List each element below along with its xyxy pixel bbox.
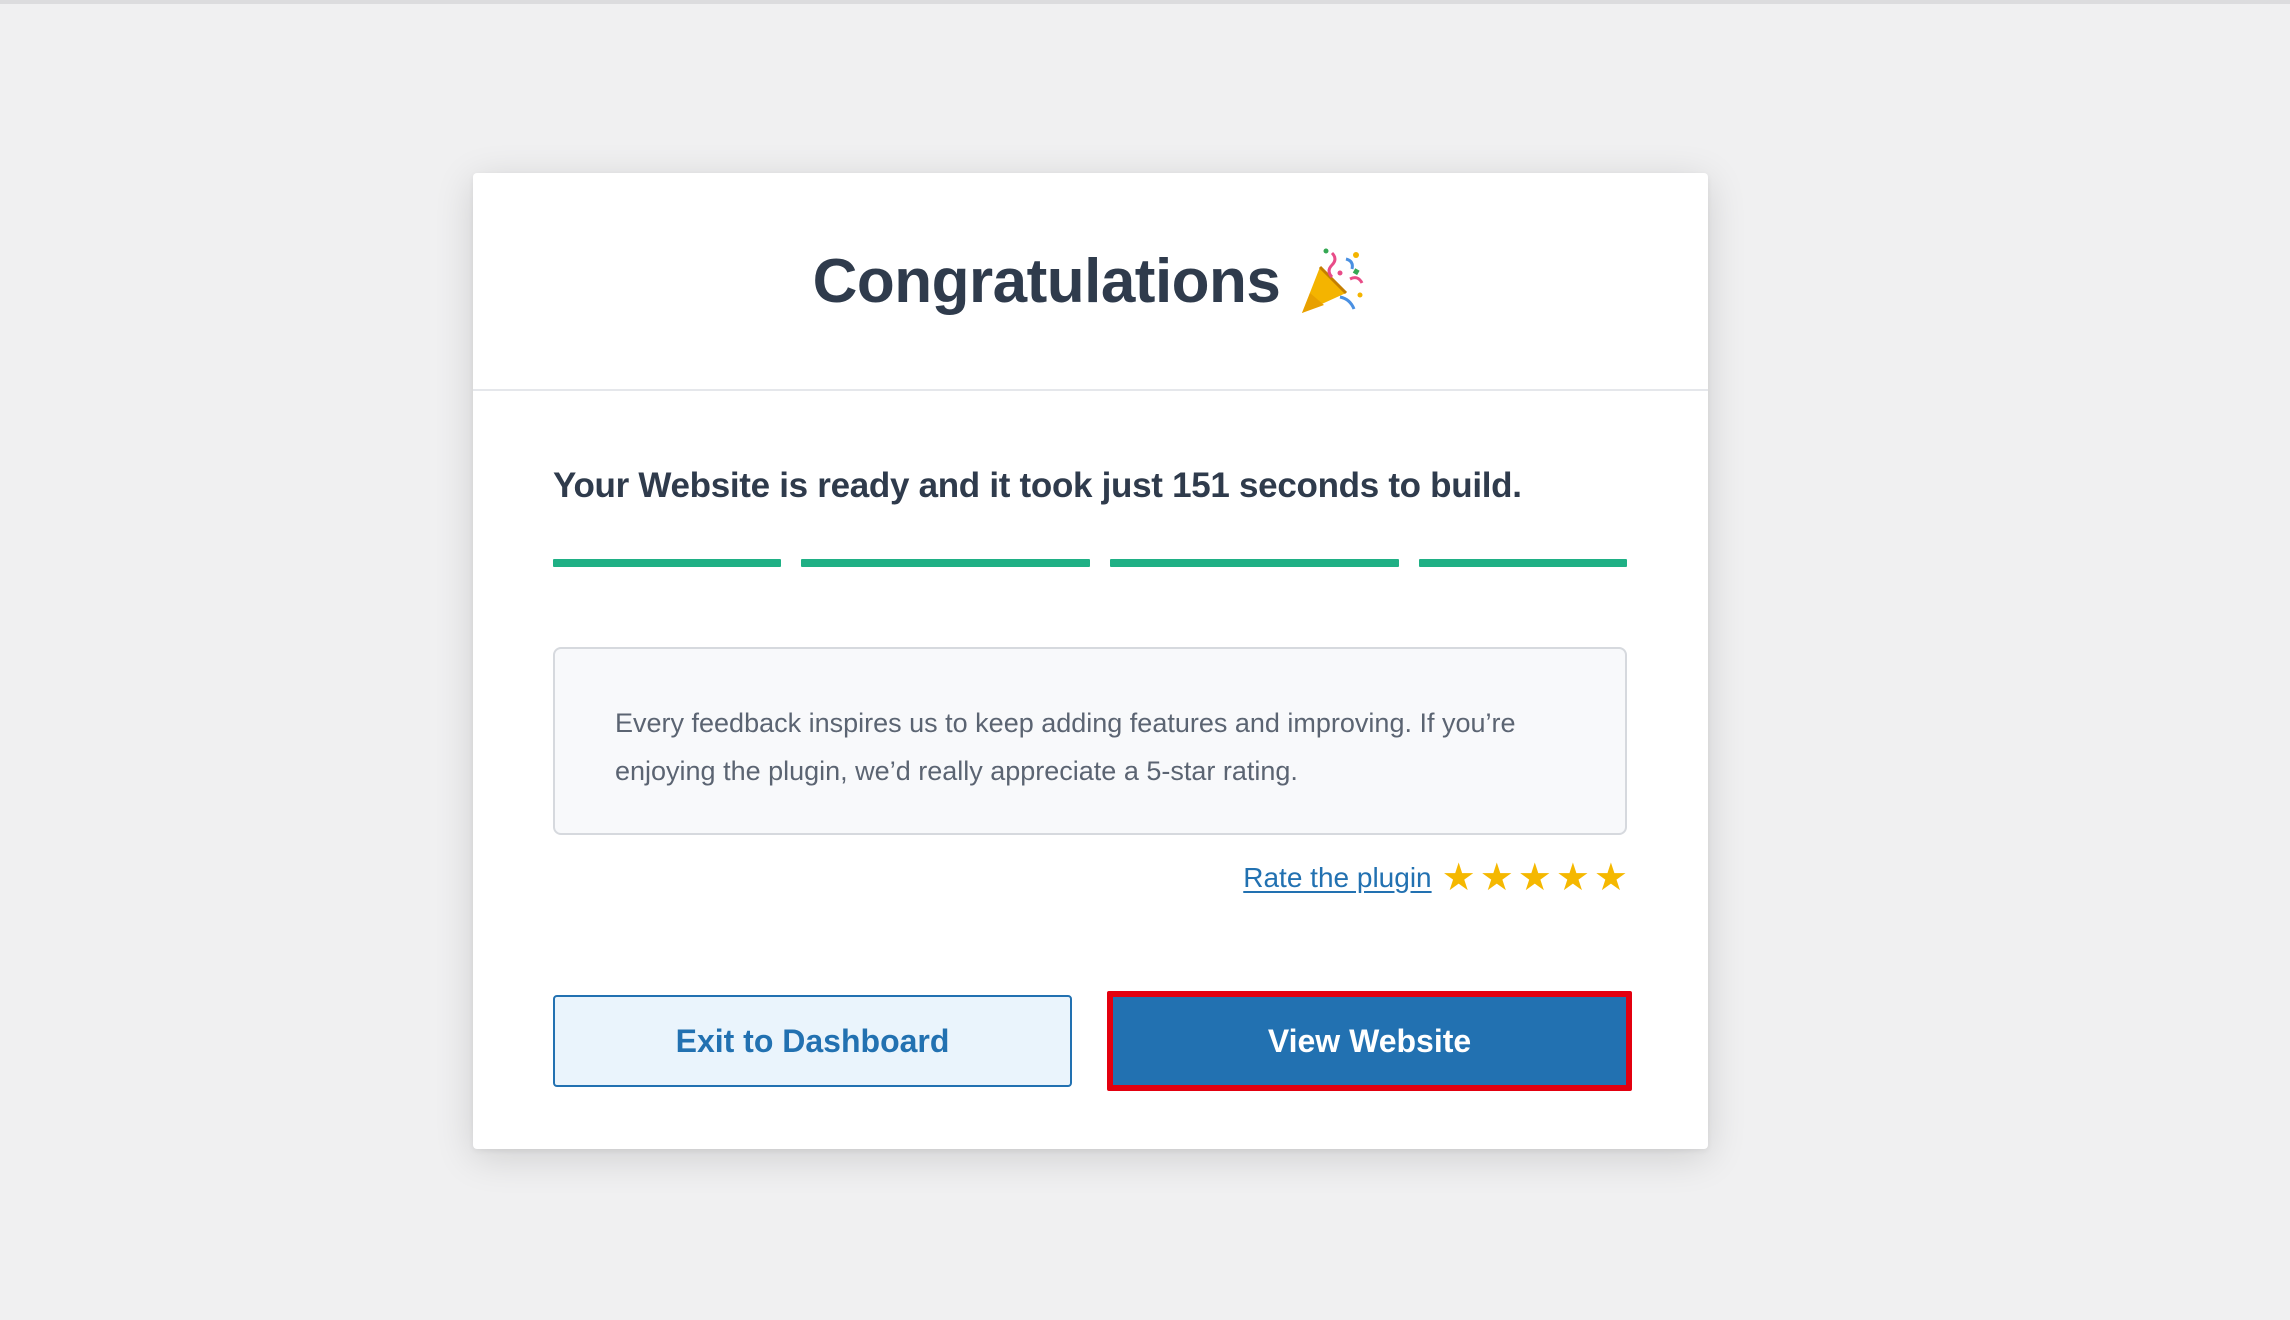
progress-bar bbox=[553, 559, 1627, 567]
star-icon[interactable]: ★ bbox=[1518, 859, 1552, 897]
star-icon[interactable]: ★ bbox=[1480, 859, 1514, 897]
modal-header: Congratulations bbox=[473, 173, 1708, 391]
progress-step-2 bbox=[801, 559, 1090, 567]
congratulations-modal: Congratulations Your Website is ready an… bbox=[473, 173, 1708, 1149]
ready-message: Your Website is ready and it took just 1… bbox=[553, 466, 1522, 505]
star-icon[interactable]: ★ bbox=[1556, 859, 1590, 897]
rating-row: Rate the plugin ★ ★ ★ ★ ★ bbox=[1243, 859, 1628, 897]
feedback-box: Every feedback inspires us to keep addin… bbox=[553, 647, 1627, 835]
top-border bbox=[0, 0, 2290, 4]
progress-step-4 bbox=[1419, 559, 1627, 567]
rate-plugin-link[interactable]: Rate the plugin bbox=[1243, 862, 1431, 894]
modal-title: Congratulations bbox=[812, 246, 1281, 316]
view-website-button[interactable]: View Website bbox=[1107, 991, 1632, 1091]
exit-to-dashboard-button[interactable]: Exit to Dashboard bbox=[553, 995, 1072, 1087]
progress-step-1 bbox=[553, 559, 781, 567]
feedback-text: Every feedback inspires us to keep addin… bbox=[615, 708, 1516, 786]
progress-step-3 bbox=[1110, 559, 1399, 567]
party-popper-icon bbox=[1296, 245, 1368, 317]
star-icon[interactable]: ★ bbox=[1594, 859, 1628, 897]
star-icon[interactable]: ★ bbox=[1442, 859, 1476, 897]
